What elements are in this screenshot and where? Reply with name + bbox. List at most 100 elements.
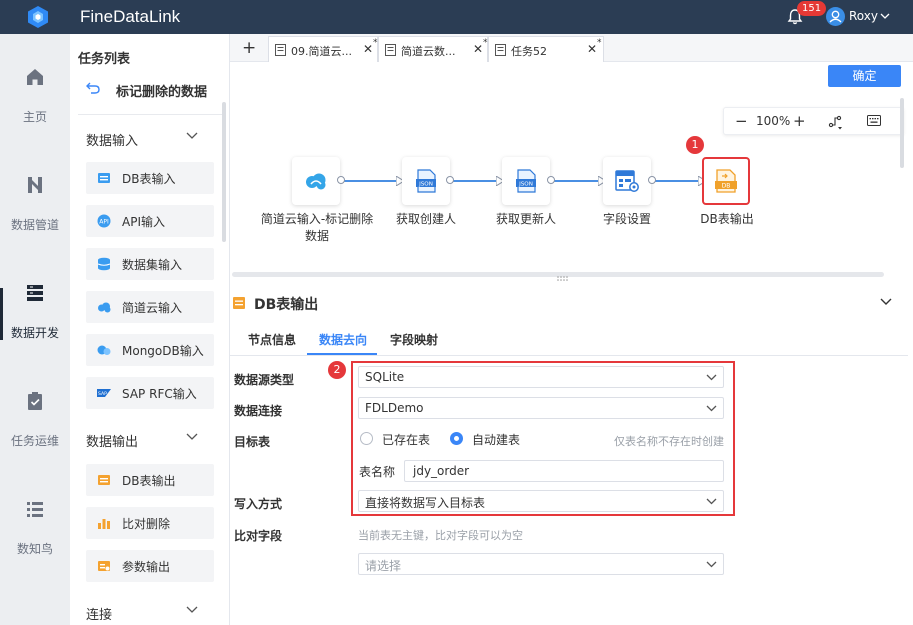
svg-text:API: API: [99, 219, 109, 226]
keyboard-icon[interactable]: [867, 115, 881, 126]
flow-node-get-updater[interactable]: JSON: [502, 157, 550, 205]
back-arrow-icon[interactable]: [86, 82, 100, 94]
component-mongodb-input[interactable]: MongoDB输入: [86, 334, 214, 366]
document-icon: [495, 44, 506, 56]
modified-indicator: *: [597, 38, 602, 48]
tab-label: 任务52: [511, 45, 547, 58]
svg-text:DB: DB: [722, 183, 731, 190]
tab-data-destination[interactable]: 数据去向: [319, 331, 367, 348]
auto-layout-icon[interactable]: [827, 114, 843, 130]
component-api-input[interactable]: API API输入: [86, 205, 214, 237]
component-label: 数据集输入: [122, 258, 183, 272]
component-label: SAP RFC输入: [122, 387, 197, 401]
json-icon: JSON: [416, 169, 436, 193]
component-jdy-input[interactable]: 简道云输入: [86, 291, 214, 323]
config-title: DB表输出: [254, 297, 319, 313]
app-title: FineDataLink: [80, 7, 181, 26]
divider: [78, 114, 222, 115]
node-port[interactable]: [648, 176, 656, 184]
nav-item-pipeline[interactable]: 数据管道: [0, 156, 70, 246]
node-port[interactable]: [547, 176, 555, 184]
panel-title: 任务列表: [78, 52, 131, 67]
confirm-button[interactable]: 确定: [828, 65, 901, 87]
app-logo-icon[interactable]: [26, 5, 50, 29]
svg-text:JSON: JSON: [418, 182, 433, 188]
tab-task52[interactable]: 任务52 ✕ *: [488, 36, 604, 62]
annotation-marker: 1: [686, 136, 704, 154]
top-bar: FineDataLink 151 Roxy: [0, 0, 913, 34]
node-label: 字段设置: [602, 212, 651, 226]
flow-node-get-creator[interactable]: JSON: [402, 157, 450, 205]
component-compare-delete[interactable]: 比对删除: [86, 507, 214, 539]
component-label: API输入: [122, 215, 165, 229]
svg-text:SAP: SAP: [98, 391, 107, 397]
db-output-icon: [98, 475, 110, 485]
mongodb-icon: [97, 345, 111, 355]
chevron-down-icon[interactable]: [186, 433, 198, 441]
list-icon: [27, 502, 43, 517]
target-table-label: 目标表: [234, 435, 271, 449]
compare-field-placeholder: 请选择: [365, 559, 402, 573]
task-list-panel: 任务列表 标记删除的数据 数据输入 DB表输入 API API输入 数据集输入 …: [70, 34, 230, 625]
nav-label-home: 主页: [22, 110, 47, 124]
flow-edge: [452, 180, 500, 182]
compare-field-select[interactable]: 请选择: [358, 553, 724, 575]
document-icon: [385, 44, 396, 56]
zoom-in-button[interactable]: +: [793, 112, 806, 130]
component-param-output[interactable]: 参数输出: [86, 550, 214, 582]
nav-item-bird[interactable]: 数知鸟: [0, 480, 70, 570]
close-icon[interactable]: ✕: [587, 42, 597, 56]
sap-icon: SAP: [97, 389, 111, 397]
write-mode-label: 写入方式: [234, 497, 283, 511]
node-port[interactable]: [337, 176, 345, 184]
tab-field-mapping[interactable]: 字段映射: [390, 331, 438, 348]
nav-item-data-dev[interactable]: 数据开发: [0, 264, 70, 354]
tab-jdy-09[interactable]: 09.简道云... ✕ *: [268, 36, 378, 62]
close-icon[interactable]: ✕: [473, 42, 483, 56]
tab-jdy-data[interactable]: 简道云数... ✕ *: [378, 36, 488, 62]
group-title-input[interactable]: 数据输入: [86, 130, 138, 149]
close-icon[interactable]: ✕: [363, 42, 373, 56]
flow-node-db-output[interactable]: DB: [702, 157, 750, 205]
node-port[interactable]: [446, 176, 454, 184]
component-label: 参数输出: [122, 560, 171, 574]
tab-node-info[interactable]: 节点信息: [248, 331, 296, 348]
flow-node-field-settings[interactable]: [603, 157, 651, 205]
component-label: 简道云输入: [122, 301, 183, 315]
canvas-vertical-scrollbar[interactable]: [900, 98, 904, 168]
nav-item-task-ops[interactable]: 任务运维: [0, 372, 70, 462]
node-label: 简道云输入-标记删除数据: [260, 212, 374, 243]
user-icon: [829, 10, 842, 23]
avatar[interactable]: [826, 7, 845, 26]
divider: [230, 355, 908, 356]
nav-label-data-dev: 数据开发: [10, 326, 59, 340]
modified-indicator: *: [483, 38, 488, 48]
param-output-icon: [98, 561, 110, 571]
db-output-icon: [233, 297, 245, 309]
component-db-output[interactable]: DB表输出: [86, 464, 214, 496]
component-dataset-input[interactable]: 数据集输入: [86, 248, 214, 280]
zoom-out-button[interactable]: −: [735, 112, 748, 130]
source-type-label: 数据源类型: [234, 373, 295, 387]
group-title-output[interactable]: 数据输出: [86, 431, 138, 450]
cloud-icon: [98, 302, 111, 313]
nav-label-bird: 数知鸟: [16, 542, 53, 556]
nav-item-home[interactable]: 主页: [0, 48, 70, 138]
document-icon: [275, 44, 286, 56]
group-title-join[interactable]: 连接: [86, 604, 112, 623]
chevron-down-icon[interactable]: [186, 132, 198, 140]
component-label: MongoDB输入: [122, 344, 204, 358]
resize-handle-icon[interactable]: [556, 276, 570, 281]
add-tab-button[interactable]: +: [242, 38, 256, 58]
username[interactable]: Roxy: [849, 9, 878, 23]
chevron-down-icon[interactable]: [880, 298, 892, 306]
panel-scrollbar[interactable]: [222, 102, 226, 242]
compare-field-label: 比对字段: [234, 529, 283, 543]
flow-edge: [342, 180, 400, 182]
component-sap-input[interactable]: SAP SAP RFC输入: [86, 377, 214, 409]
flow-node-jdy-input[interactable]: [292, 157, 340, 205]
chevron-down-icon[interactable]: [880, 11, 890, 21]
chevron-down-icon[interactable]: [186, 606, 198, 614]
component-db-input[interactable]: DB表输入: [86, 162, 214, 194]
db-input-icon: [98, 173, 110, 183]
